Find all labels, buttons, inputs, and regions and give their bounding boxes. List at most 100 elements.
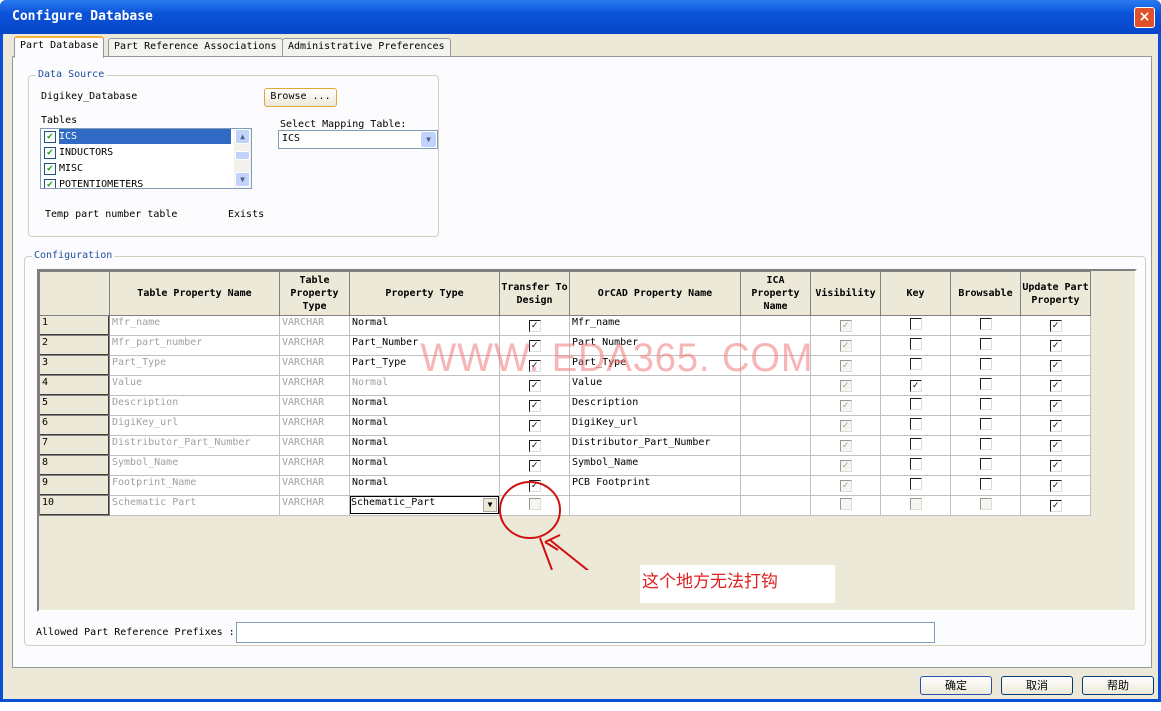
property-type-cell[interactable]: Normal <box>349 435 500 456</box>
visibility-cell: ✓ <box>810 415 881 436</box>
column-header[interactable]: OrCAD Property Name <box>569 271 741 316</box>
table-list-item[interactable]: ✔ POTENTIOMETERS <box>41 177 251 188</box>
scroll-thumb[interactable] <box>235 151 250 160</box>
property-type[interactable]: Normal <box>352 457 388 468</box>
tab-part-reference-associations[interactable]: Part Reference Associations <box>108 38 283 57</box>
browsable-checkbox[interactable] <box>979 378 992 390</box>
property-type-cell[interactable]: Normal <box>349 315 500 336</box>
update-cell: ✓ <box>1020 455 1091 476</box>
update-checkbox[interactable]: ✓ <box>1049 419 1062 432</box>
key-checkbox[interactable] <box>909 398 922 410</box>
chevron-down-icon[interactable]: ▼ <box>421 132 436 147</box>
ica-property-name[interactable] <box>740 495 811 516</box>
help-button[interactable]: 帮助 <box>1082 676 1154 695</box>
column-header[interactable]: Browsable <box>950 271 1021 316</box>
property-type-cell[interactable]: Normal <box>349 455 500 476</box>
cancel-button[interactable]: 取消 <box>1001 676 1073 695</box>
property-type[interactable]: Part_Type <box>352 357 406 368</box>
column-header[interactable]: Property Type <box>349 271 500 316</box>
property-type[interactable]: Normal <box>352 477 388 488</box>
key-checkbox[interactable] <box>909 338 922 350</box>
column-header[interactable]: Update Part Property <box>1020 271 1091 316</box>
update-checkbox[interactable]: ✓ <box>1049 339 1062 352</box>
transfer-checkbox[interactable]: ✓ <box>528 419 541 432</box>
table-list-item[interactable]: ✔ INDUCTORS <box>41 145 251 161</box>
property-type[interactable]: Normal <box>352 397 388 408</box>
transfer-checkbox[interactable]: ✓ <box>528 399 541 412</box>
browsable-checkbox[interactable] <box>979 438 992 450</box>
transfer-checkbox[interactable]: ✓ <box>528 459 541 472</box>
column-header[interactable]: ICA Property Name <box>740 271 811 316</box>
browsable-checkbox[interactable] <box>979 418 992 430</box>
table-list-item[interactable]: ✔ MISC <box>41 161 251 177</box>
key-checkbox[interactable] <box>909 318 922 330</box>
transfer-checkbox[interactable]: ✓ <box>528 319 541 332</box>
checkbox[interactable]: ✔ <box>44 179 56 188</box>
ica-property-name[interactable] <box>740 435 811 456</box>
update-checkbox[interactable]: ✓ <box>1049 359 1062 372</box>
column-header[interactable]: Table Property Type <box>279 271 350 316</box>
browsable-checkbox[interactable] <box>979 478 992 490</box>
ica-property-name[interactable] <box>740 315 811 336</box>
allowed-prefixes-input[interactable] <box>236 622 935 643</box>
update-checkbox[interactable]: ✓ <box>1049 459 1062 472</box>
tab-part-database[interactable]: Part Database <box>14 36 105 58</box>
property-type-select[interactable]: Schematic_Part ▼ <box>350 496 499 514</box>
property-type-cell[interactable]: Normal <box>349 475 500 496</box>
tables-scrollbar[interactable]: ▲ ▼ <box>234 129 251 188</box>
ica-property-name[interactable] <box>740 415 811 436</box>
browsable-checkbox[interactable] <box>979 458 992 470</box>
ica-property-name[interactable] <box>740 395 811 416</box>
column-header[interactable] <box>39 271 110 316</box>
column-header[interactable]: Transfer To Design <box>499 271 570 316</box>
ica-property-name[interactable] <box>740 455 811 476</box>
orcad-property-name[interactable]: Symbol_Name <box>569 455 741 476</box>
checkbox[interactable]: ✔ <box>44 147 56 159</box>
property-type[interactable]: Normal <box>352 377 388 388</box>
property-type[interactable]: Part_Number <box>352 337 418 348</box>
column-header[interactable]: Visibility <box>810 271 881 316</box>
update-checkbox[interactable]: ✓ <box>1049 379 1062 392</box>
browsable-checkbox[interactable] <box>979 318 992 330</box>
column-header[interactable]: Table Property Name <box>109 271 280 316</box>
browse-button[interactable]: Browse ... <box>264 88 337 107</box>
browsable-checkbox[interactable] <box>979 398 992 410</box>
checkbox[interactable]: ✔ <box>44 163 56 175</box>
close-icon[interactable]: × <box>1134 7 1155 28</box>
update-checkbox[interactable]: ✓ <box>1049 399 1062 412</box>
update-checkbox[interactable]: ✓ <box>1049 439 1062 452</box>
key-checkbox[interactable] <box>909 358 922 370</box>
table-list-item[interactable]: ✔ ICS <box>41 129 251 145</box>
property-type-cell[interactable]: Schematic_Part ▼ <box>349 495 500 516</box>
scroll-down-icon[interactable]: ▼ <box>235 172 250 187</box>
property-type-cell[interactable]: Normal <box>349 415 500 436</box>
key-checkbox[interactable] <box>909 418 922 430</box>
transfer-checkbox[interactable]: ✓ <box>528 379 541 392</box>
key-checkbox[interactable] <box>909 438 922 450</box>
ica-property-name[interactable] <box>740 475 811 496</box>
orcad-property-name[interactable]: Description <box>569 395 741 416</box>
scroll-up-icon[interactable]: ▲ <box>235 129 250 144</box>
browsable-checkbox[interactable] <box>979 358 992 370</box>
tab-administrative-preferences[interactable]: Administrative Preferences <box>282 38 451 57</box>
property-type-cell[interactable]: Normal <box>349 395 500 416</box>
update-checkbox[interactable]: ✓ <box>1049 319 1062 332</box>
ok-button[interactable]: 确定 <box>920 676 992 695</box>
update-checkbox[interactable]: ✓ <box>1049 479 1062 492</box>
key-checkbox[interactable] <box>909 458 922 470</box>
property-type[interactable]: Normal <box>352 317 388 328</box>
update-checkbox[interactable]: ✓ <box>1049 499 1062 512</box>
key-checkbox[interactable]: ✓ <box>909 379 922 392</box>
tables-list[interactable]: ✔ ICS ✔ INDUCTORS ✔ MISC ✔ POTENTIOMETERS ▲ ▼ <box>40 128 252 189</box>
checkbox[interactable]: ✔ <box>44 131 56 143</box>
key-checkbox[interactable] <box>909 478 922 490</box>
property-type[interactable]: Normal <box>352 417 388 428</box>
mapping-table-select[interactable]: ICS ▼ <box>278 130 438 149</box>
property-type[interactable]: Normal <box>352 437 388 448</box>
orcad-property-name[interactable]: Distributor_Part_Number <box>569 435 741 456</box>
orcad-property-name[interactable]: Mfr_name <box>569 315 741 336</box>
column-header[interactable]: Key <box>880 271 951 316</box>
browsable-checkbox[interactable] <box>979 338 992 350</box>
orcad-property-name[interactable]: DigiKey_url <box>569 415 741 436</box>
transfer-checkbox[interactable]: ✓ <box>528 439 541 452</box>
